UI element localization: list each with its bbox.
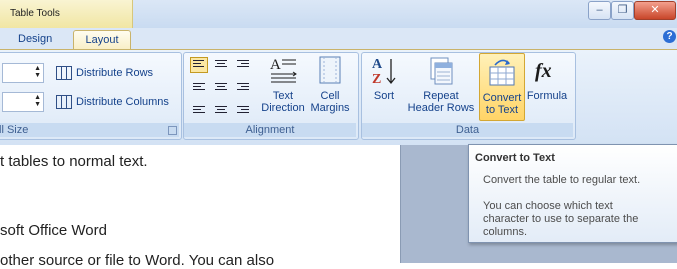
distribute-rows-label: Distribute Rows [76,67,154,79]
sort-icon: A Z [369,55,399,87]
repeat-header-rows-label-2: Header Rows [407,102,475,114]
text-direction-label-1: Text [272,90,294,102]
spinner-arrows-icon[interactable]: ▲ ▼ [34,94,41,108]
spinner-arrows-icon[interactable]: ▲ ▼ [34,65,41,79]
data-group-label: Data [362,123,573,137]
formula-icon: fx [532,55,562,87]
tooltip-detail-line-3: columns. [483,226,528,238]
align-top-right-button[interactable] [234,57,252,73]
sort-button[interactable]: A Z Sort [364,55,404,102]
document-line-3: other source or file to Word. You can al… [0,252,275,269]
sort-label: Sort [373,90,395,102]
help-icon[interactable]: ? [663,30,676,43]
close-button[interactable]: ✕ [634,1,676,20]
alignment-group-label: Alignment [184,123,356,137]
cell-margins-icon [315,55,345,87]
cell-size-label-text: ll Size [0,124,29,136]
convert-to-text-button[interactable]: Convert to Text [479,53,525,121]
align-top-left-button[interactable] [190,57,208,73]
align-top-center-button[interactable] [212,57,230,73]
table-tools-label: Table Tools [10,8,60,19]
table-tools-contextual-header: Table Tools [0,0,133,28]
cell-width-spinner[interactable]: ▲ ▼ [2,92,44,112]
convert-to-text-label-2: to Text [485,104,519,116]
align-bottom-right-button[interactable] [234,99,252,115]
distribute-columns-button[interactable]: Distribute Columns [56,91,169,113]
repeat-header-rows-icon [426,55,456,87]
distribute-columns-label: Distribute Columns [76,96,169,108]
document-line-1: t tables to normal text. [0,153,148,170]
convert-to-text-icon [487,57,517,89]
repeat-header-rows-label-1: Repeat [423,90,459,102]
tab-design[interactable]: Design [8,30,62,49]
formula-label: Formula [526,90,568,102]
tooltip-detail-line-1: You can choose which text [483,200,613,212]
align-center-button[interactable] [212,78,230,94]
restore-button[interactable]: ❐ [611,1,634,20]
align-bottom-left-button[interactable] [190,99,208,115]
sort-icon-letter-a: A [372,57,383,72]
align-center-right-button[interactable] [234,78,252,94]
align-center-left-button[interactable] [190,78,208,94]
repeat-header-rows-button[interactable]: Repeat Header Rows [405,55,477,114]
svg-text:A: A [270,57,281,73]
distribute-rows-button[interactable]: Distribute Rows [56,62,153,84]
convert-to-text-tooltip: Convert to Text Convert the table to reg… [468,144,677,243]
text-direction-button[interactable]: A Text Direction [258,55,308,114]
distribute-columns-icon [56,95,72,110]
formula-button[interactable]: fx Formula [524,55,570,102]
minimize-button[interactable]: – [588,1,611,20]
align-bottom-center-button[interactable] [212,99,230,115]
tooltip-detail-line-2: character to use to separate the [483,213,639,225]
tooltip-description: Convert the table to regular text. [483,174,641,186]
convert-to-text-label-1: Convert [482,92,522,104]
cell-margins-label-1: Cell [320,90,340,102]
cell-size-group-label: ll Size [0,123,179,137]
cell-margins-label-2: Margins [310,102,350,114]
tooltip-title: Convert to Text [475,152,555,164]
sort-icon-letter-z: Z [372,72,381,87]
document-line-2: soft Office Word [0,222,107,239]
cell-height-spinner[interactable]: ▲ ▼ [2,63,44,83]
formula-icon-glyph: fx [535,60,552,82]
tab-layout[interactable]: Layout [73,30,131,50]
text-direction-icon: A [268,55,298,87]
cell-size-dialog-launcher-icon[interactable] [168,126,177,135]
distribute-rows-icon [56,66,72,81]
text-direction-label-2: Direction [261,102,305,114]
cell-margins-button[interactable]: Cell Margins [306,55,354,114]
